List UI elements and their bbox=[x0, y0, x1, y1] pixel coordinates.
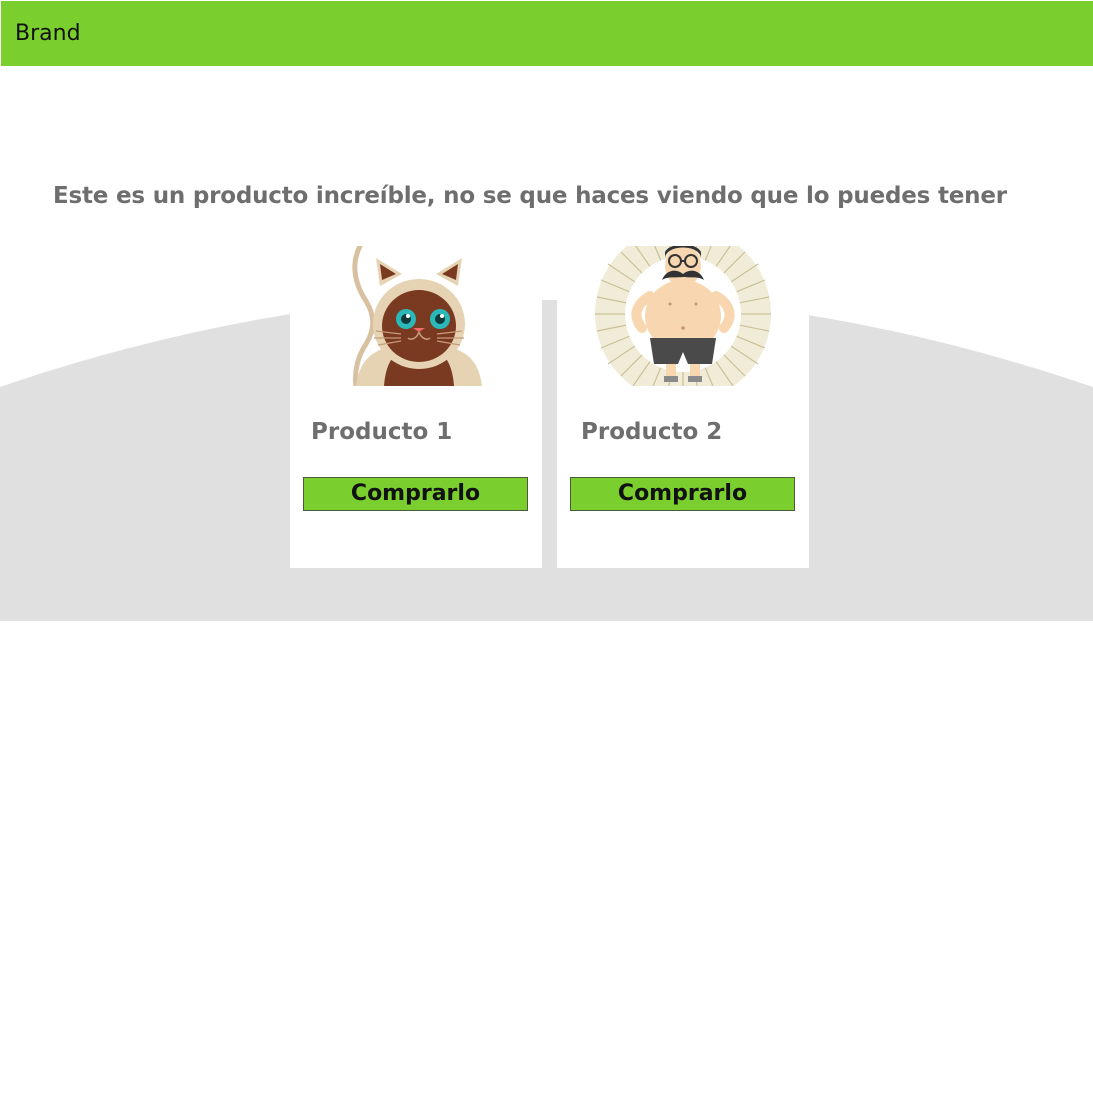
product-card: Producto 2 Comprarlo bbox=[557, 246, 809, 568]
brand-link[interactable]: Brand bbox=[15, 19, 81, 49]
buy-button[interactable]: Comprarlo bbox=[570, 477, 795, 511]
product-title: Producto 1 bbox=[311, 419, 453, 445]
hero-background-band bbox=[0, 300, 1093, 621]
cat-illustration bbox=[352, 246, 482, 386]
buy-button[interactable]: Comprarlo bbox=[303, 477, 528, 511]
product-card: Producto 1 Comprarlo bbox=[290, 246, 542, 568]
navbar: Brand bbox=[1, 1, 1093, 66]
hero-tagline: Este es un producto increíble, no se que… bbox=[53, 183, 1007, 209]
mustache-man-illustration bbox=[595, 246, 771, 386]
product-title: Producto 2 bbox=[581, 419, 723, 445]
